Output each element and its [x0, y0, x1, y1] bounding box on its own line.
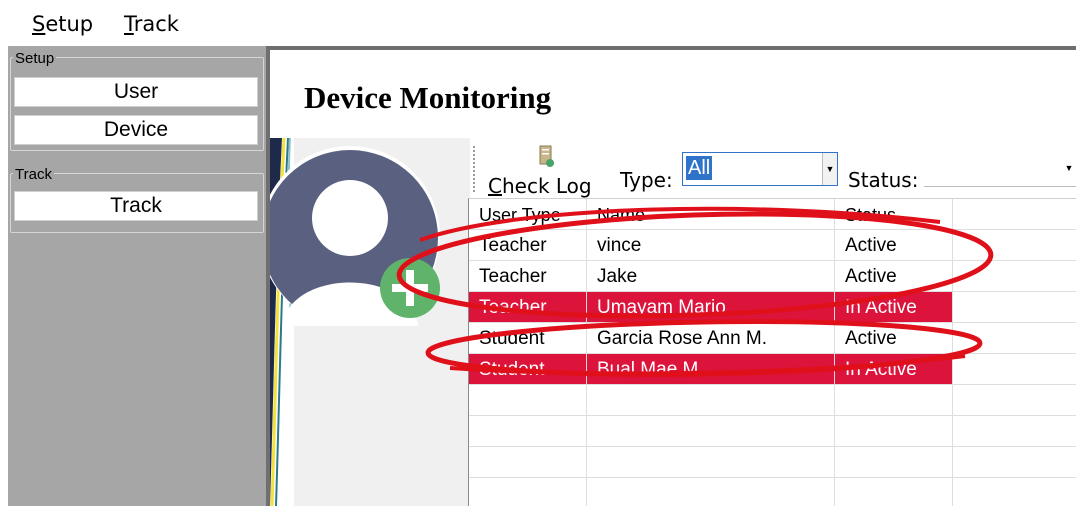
track-group-legend: Track [13, 166, 54, 183]
cell-user-type: Teacher [469, 292, 587, 322]
cell-name: Umayam Mario [587, 292, 835, 322]
cell-name: Garcia Rose Ann M. [587, 323, 835, 353]
column-header-status[interactable]: Status [835, 199, 953, 229]
cell-name: Bual Mae M. [587, 354, 835, 384]
table-row[interactable]: Teacher vince Active [469, 230, 1076, 261]
user-button[interactable]: User [14, 77, 258, 107]
cell-user-type: Student [469, 354, 587, 384]
cell-name: vince [587, 230, 835, 260]
sidebar: Setup User Device Track Track [8, 46, 266, 506]
chevron-down-icon[interactable]: ▼ [822, 153, 837, 185]
table-row[interactable]: Teacher Jake Active [469, 261, 1076, 292]
track-group: Track Track [10, 167, 264, 233]
toolbar-separator [473, 146, 475, 192]
decorative-side-panel [270, 138, 470, 506]
setup-group-legend: Setup [13, 50, 57, 67]
document-icon [539, 145, 554, 167]
table-row[interactable]: Teacher Umayam Mario In Active [469, 292, 1076, 323]
check-log-button[interactable]: Check Log [485, 144, 603, 198]
column-header-name[interactable]: Name [587, 199, 835, 229]
column-filler [953, 199, 1076, 229]
menu-track[interactable]: Track [124, 12, 179, 36]
empty-row [469, 385, 1076, 416]
cell-user-type: Teacher [469, 261, 587, 291]
page-title: Device Monitoring [304, 80, 552, 115]
type-dropdown-value: All [686, 156, 713, 180]
cell-status: Active [835, 323, 953, 353]
plus-circle-icon[interactable] [380, 258, 440, 318]
device-button[interactable]: Device [14, 115, 258, 145]
chevron-down-icon[interactable]: ▼ [1064, 152, 1074, 184]
cell-status: In Active [835, 354, 953, 384]
cell-user-type: Teacher [469, 230, 587, 260]
cell-status: Active [835, 261, 953, 291]
setup-group: Setup User Device [10, 51, 264, 151]
status-label: Status: [848, 168, 919, 192]
table-row[interactable]: Student Garcia Rose Ann M. Active [469, 323, 1076, 354]
empty-row [469, 478, 1076, 506]
cell-status: Active [835, 230, 953, 260]
type-label: Type: [620, 168, 673, 192]
grid-header: User Type Name Status [469, 199, 1076, 230]
status-dropdown[interactable]: ▼ [924, 152, 1076, 187]
device-monitoring-panel: Device Monitoring Check Log Type: All ▼ … [270, 50, 1076, 506]
track-button[interactable]: Track [14, 191, 258, 221]
empty-row [469, 416, 1076, 447]
table-row[interactable]: Student Bual Mae M. In Active [469, 354, 1076, 385]
cell-status: In Active [835, 292, 953, 322]
cell-user-type: Student [469, 323, 587, 353]
column-header-user-type[interactable]: User Type [469, 199, 587, 229]
menu-bar: Setup Track [0, 0, 1076, 46]
device-grid[interactable]: User Type Name Status Teacher vince Acti… [468, 198, 1076, 506]
empty-row [469, 447, 1076, 478]
main-frame: Device Monitoring Check Log Type: All ▼ … [266, 46, 1076, 506]
cell-name: Jake [587, 261, 835, 291]
menu-setup[interactable]: Setup [32, 12, 93, 36]
type-dropdown[interactable]: All ▼ [682, 152, 838, 186]
